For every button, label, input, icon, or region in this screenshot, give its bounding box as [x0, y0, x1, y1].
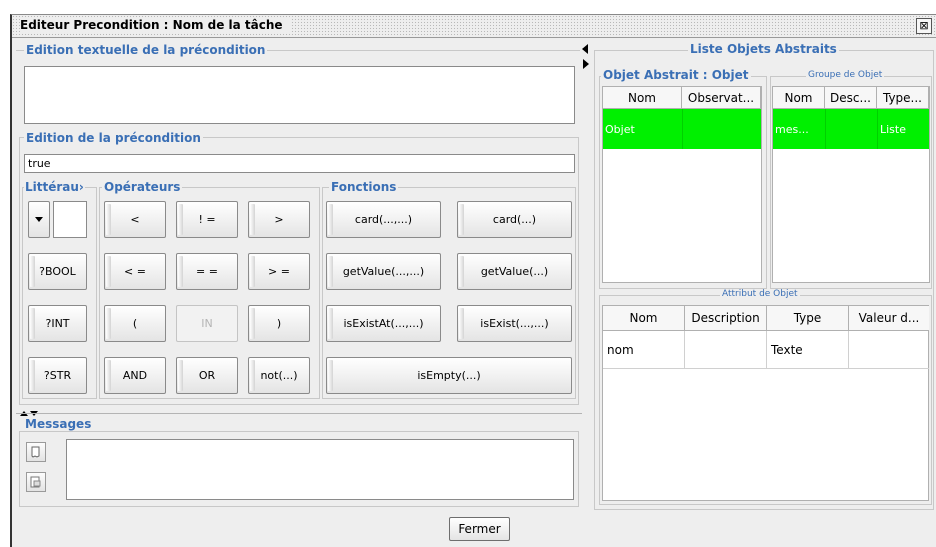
expand-right-icon[interactable] [582, 58, 590, 69]
messages-area[interactable] [66, 439, 574, 500]
literal-str-button[interactable]: ?STR [28, 357, 87, 394]
column-header-nom[interactable]: Nom [773, 87, 825, 109]
table-cell[interactable] [849, 331, 929, 369]
op-less-than-button[interactable]: < [104, 201, 166, 238]
op-in-button[interactable]: IN [176, 305, 238, 342]
column-header-observation[interactable]: Observat... [682, 87, 761, 109]
column-header-valeur[interactable]: Valeur d... [849, 306, 929, 331]
literal-type-dropdown[interactable] [28, 201, 50, 238]
op-not-button[interactable]: not(...) [248, 357, 310, 394]
op-or-button[interactable]: OR [176, 357, 238, 394]
column-header-nom[interactable]: Nom [603, 87, 682, 109]
title-bar[interactable]: Editeur Precondition : Nom de la tâche ⊠ [12, 15, 936, 38]
collapse-left-icon[interactable] [582, 43, 590, 54]
literal-bool-button[interactable]: ?BOOL [28, 253, 87, 290]
fn-card-2-button[interactable]: card(...,...) [326, 201, 441, 238]
column-header-description[interactable]: Description [685, 306, 767, 331]
document-icon [30, 476, 41, 488]
op-greater-equal-button[interactable]: > = [248, 253, 310, 290]
operateurs-group-title: Opérateurs [102, 180, 183, 194]
table-cell[interactable] [685, 331, 767, 369]
column-header-type[interactable]: Type [767, 306, 849, 331]
op-close-paren-button[interactable]: ) [248, 305, 310, 342]
column-header-type[interactable]: Type... [877, 87, 929, 109]
op-less-equal-button[interactable]: < = [104, 253, 166, 290]
op-open-paren-button[interactable]: ( [104, 305, 166, 342]
fn-isexist-button[interactable]: isExist(...,...) [457, 305, 572, 342]
table-cell[interactable]: Texte [767, 331, 849, 369]
fn-getvalue-2-button[interactable]: getValue(...,...) [326, 253, 441, 290]
op-greater-than-button[interactable]: > [248, 201, 310, 238]
messages-note-button[interactable] [26, 442, 46, 462]
close-window-button[interactable]: ⊠ [916, 18, 932, 34]
object-group-table[interactable]: Nom Desc... Type... mes... Liste [772, 86, 930, 283]
abstract-objects-group-title: Liste Objets Abstraits [688, 42, 839, 56]
table-cell[interactable] [825, 109, 877, 149]
object-attribute-group-title: Attribut de Objet [720, 289, 800, 299]
precondition-editor-window: Editeur Precondition : Nom de la tâche ⊠… [10, 14, 936, 547]
column-header-nom[interactable]: Nom [603, 306, 685, 331]
fn-getvalue-1-button[interactable]: getValue(...) [457, 253, 572, 290]
messages-document-button[interactable] [26, 472, 46, 492]
fn-isempty-button[interactable]: isEmpty(...) [326, 357, 572, 394]
abstract-object-table[interactable]: Nom Observat... Objet [602, 86, 762, 283]
fonctions-group-title: Fonctions [329, 180, 399, 194]
op-not-equal-button[interactable]: ! = [176, 201, 238, 238]
column-header-description[interactable]: Desc... [825, 87, 877, 109]
op-and-button[interactable]: AND [104, 357, 166, 394]
table-cell[interactable]: mes... [773, 109, 825, 149]
literal-value-field[interactable] [53, 201, 87, 238]
table-cell[interactable] [682, 109, 761, 149]
precondition-input[interactable]: true [24, 154, 575, 173]
fn-card-1-button[interactable]: card(...) [457, 201, 572, 238]
op-equal-button[interactable]: = = [176, 253, 238, 290]
fn-isexistat-button[interactable]: isExistAt(...,...) [326, 305, 441, 342]
object-attribute-table[interactable]: Nom Description Type Valeur d... nom Tex… [602, 305, 929, 501]
table-cell[interactable]: Liste [877, 109, 929, 149]
dropdown-arrow-icon [35, 217, 43, 222]
textual-edit-group-title: Edition textuelle de la précondition [24, 43, 268, 57]
close-icon: ⊠ [919, 19, 929, 32]
precondition-edit-group-title: Edition de la précondition [24, 131, 203, 145]
window-title: Editeur Precondition : Nom de la tâche [20, 18, 291, 32]
note-icon [31, 446, 40, 458]
fermer-button[interactable]: Fermer [449, 517, 510, 541]
abstract-object-group-title: Objet Abstrait : Objet [601, 68, 751, 82]
messages-group-title: Messages [23, 417, 94, 431]
table-cell[interactable]: nom [603, 331, 685, 369]
literal-int-button[interactable]: ?INT [28, 305, 87, 342]
object-group-group-title: Groupe de Objet [806, 70, 885, 80]
table-cell[interactable]: Objet [603, 109, 682, 149]
split-up-down-icon[interactable] [20, 406, 40, 416]
textual-precondition-field[interactable] [24, 66, 575, 124]
litteraux-group-title: Littérau› [24, 180, 85, 194]
